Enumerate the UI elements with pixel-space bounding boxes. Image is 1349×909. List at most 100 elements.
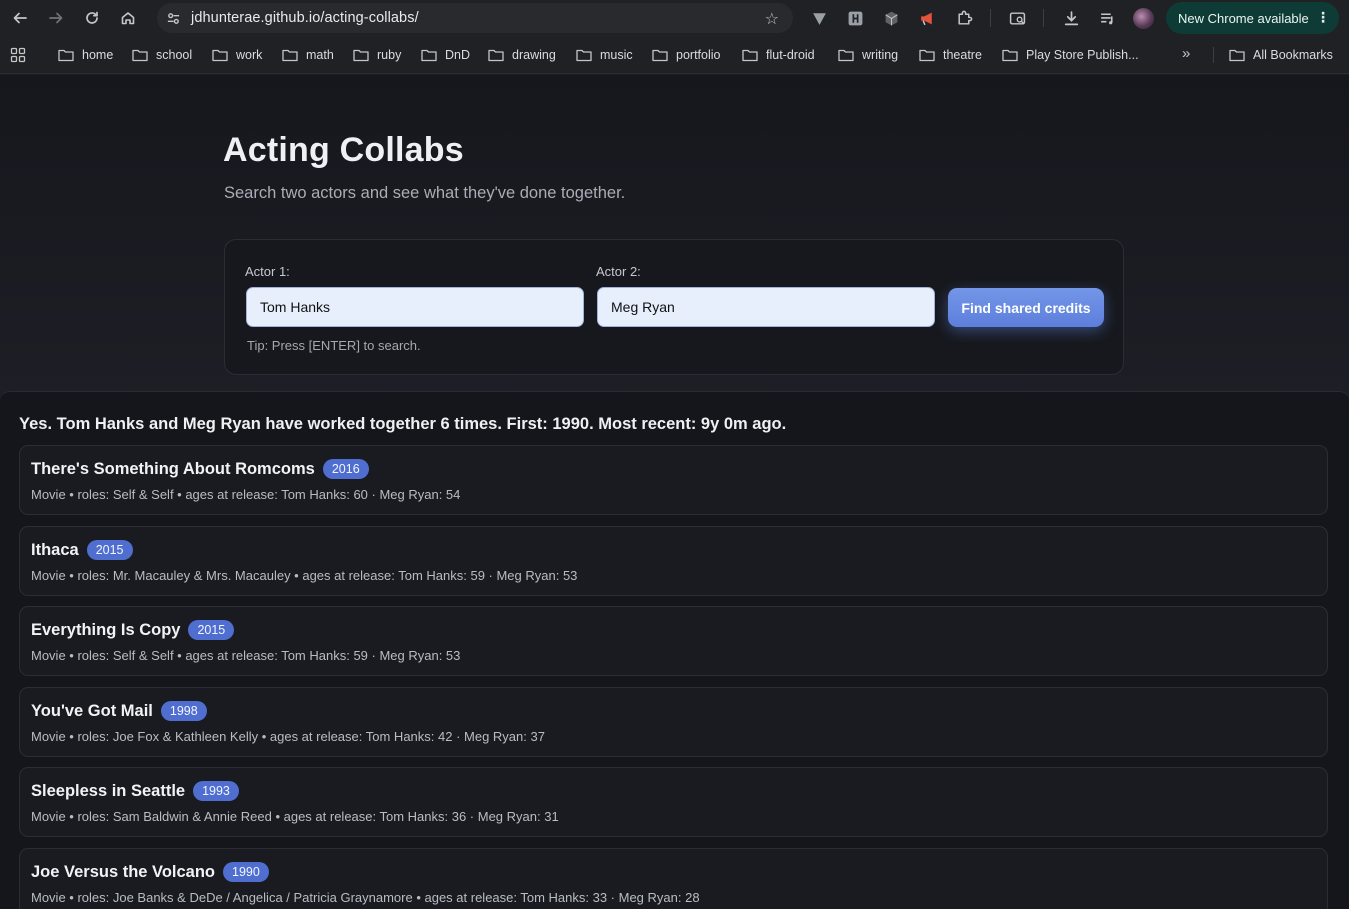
bookmark-label: math [306,48,334,62]
bookmark-folder-item[interactable]: ruby [353,46,401,64]
bookmark-folder-item[interactable]: math [282,46,334,64]
bookmark-folder-item[interactable]: writing [838,46,898,64]
actor2-input[interactable] [597,287,935,327]
bookmark-label: theatre [943,48,982,62]
apps-grid-icon[interactable] [10,47,26,63]
credit-meta: Movie • roles: Joe Fox & Kathleen Kelly … [31,729,545,744]
bookmark-folder-item[interactable]: portfolio [652,46,720,64]
chrome-update-label: New Chrome available [1178,10,1309,26]
credit-title-row: Joe Versus the Volcano 1990 [31,862,269,882]
credit-meta: Movie • roles: Self & Self • ages at rel… [31,648,461,663]
credit-meta: Movie • roles: Mr. Macauley & Mrs. Macau… [31,568,578,583]
find-shared-credits-button[interactable]: Find shared credits [948,288,1104,327]
bookmark-folder-item[interactable]: Play Store Publish... [1002,46,1139,64]
credit-meta: Movie • roles: Self & Self • ages at rel… [31,487,461,502]
page-title: Acting Collabs [223,131,464,169]
url-text[interactable]: jdhunterae.github.io/acting-collabs/ [191,10,419,26]
bookmark-label: ruby [377,48,402,62]
credit-title-row: There's Something About Romcoms 2016 [31,459,369,479]
back-icon[interactable] [6,4,34,32]
bookmark-label: flut-droid [766,48,815,62]
folder-icon [838,49,854,62]
bookmark-folder-item[interactable]: work [212,46,262,64]
folder-icon [919,49,935,62]
page-content: Acting Collabs Search two actors and see… [0,75,1349,909]
bookmark-star-icon[interactable]: ☆ [765,9,779,29]
address-bar[interactable]: jdhunterae.github.io/acting-collabs/ ☆ [157,3,793,33]
extension-h-icon[interactable] [842,5,868,31]
bookmark-label: portfolio [676,48,721,62]
more-menu-icon[interactable]: ⋮ [1316,9,1330,26]
folder-icon [742,49,758,62]
credit-title-row: Sleepless in Seattle 1993 [31,781,239,801]
credit-card: Joe Versus the Volcano 1990 Movie • roles:… [19,848,1328,909]
results-summary: Yes. Tom Hanks and Meg Ryan have worked … [19,415,786,434]
summary-text: Tom Hanks and Meg Ryan have worked toget… [56,415,787,433]
credit-title-row: You've Got Mail 1998 [31,701,207,721]
year-badge: 2016 [322,459,369,479]
folder-icon [576,49,592,62]
credit-title: Joe Versus the Volcano [31,862,216,881]
folder-icon [212,49,228,62]
credit-meta: Movie • roles: Joe Banks & DeDe / Angeli… [31,890,700,905]
folder-icon [652,49,668,62]
credit-meta: Movie • roles: Sam Baldwin & Annie Reed … [31,809,559,824]
bookmark-folder-item[interactable]: theatre [919,46,982,64]
credit-title: Sleepless in Seattle [31,781,186,800]
bookmarks-overflow-icon[interactable]: » [1182,45,1190,62]
bookmark-label: home [82,48,114,62]
bookmark-label: writing [862,48,899,62]
page-subtitle: Search two actors and see what they've d… [224,184,626,202]
bookmark-folder-item[interactable]: home [58,46,113,64]
folder-icon [282,49,298,62]
bookmark-folder-item[interactable]: school [132,46,192,64]
year-badge: 1998 [160,701,207,721]
search-panel: Actor 1: Actor 2: Find shared credits Ti… [224,239,1124,375]
bookmark-folder-item[interactable]: DnD [421,46,470,64]
credit-title: There's Something About Romcoms [31,459,315,478]
folder-icon [488,49,504,62]
credit-title-row: Ithaca 2015 [31,540,133,560]
credit-card: Ithaca 2015 Movie • roles: Mr. Macauley & … [19,526,1328,596]
folder-icon [1229,49,1245,62]
credit-title: Everything Is Copy [31,620,181,639]
search-tip: Tip: Press [ENTER] to search. [247,338,421,353]
bookmark-folder-item[interactable]: flut-droid [742,46,815,64]
bookmark-folder-item[interactable]: drawing [488,46,556,64]
bookmark-folder-item[interactable]: music [576,46,633,64]
credit-card: Sleepless in Seattle 1993 Movie • roles: S… [19,767,1328,837]
toolbar-divider [1043,9,1044,27]
credit-card: Everything Is Copy 2015 Movie • roles: Sel… [19,606,1328,676]
folder-icon [1002,49,1018,62]
actor1-input[interactable] [246,287,584,327]
media-controls-icon[interactable] [1094,5,1120,31]
all-bookmarks-item[interactable]: All Bookmarks [1229,46,1333,64]
download-icon[interactable] [1058,5,1084,31]
extension-v-icon[interactable] [806,5,832,31]
profile-avatar[interactable] [1133,8,1154,29]
actor1-label: Actor 1: [245,264,290,279]
forward-icon[interactable] [42,4,70,32]
credit-card: You've Got Mail 1998 Movie • roles: Joe Fo… [19,687,1328,757]
credit-card: There's Something About Romcoms 2016 Movie… [19,445,1328,515]
extension-cube-icon[interactable] [878,5,904,31]
bookmark-label: Play Store Publish... [1026,48,1139,62]
home-icon[interactable] [114,4,142,32]
bookmark-label: DnD [445,48,471,62]
year-badge: 1993 [193,781,239,801]
toolbar-divider [990,9,991,27]
all-bookmarks-label: All Bookmarks [1253,48,1333,62]
chrome-update-button[interactable]: New Chrome available ⋮ [1166,2,1339,34]
credit-title: You've Got Mail [31,701,153,720]
site-settings-icon[interactable] [165,10,181,26]
bookmark-label: drawing [512,48,556,62]
reload-icon[interactable] [78,4,106,32]
browser-toolbar: jdhunterae.github.io/acting-collabs/ ☆ N… [0,0,1349,36]
bookmark-label: music [600,48,633,62]
extensions-puzzle-icon[interactable] [951,5,977,31]
tab-search-icon[interactable] [1004,5,1030,31]
bookmark-label: work [236,48,263,62]
extension-megaphone-icon[interactable] [914,5,940,31]
folder-icon [58,49,74,62]
credit-title-row: Everything Is Copy 2015 [31,620,235,640]
